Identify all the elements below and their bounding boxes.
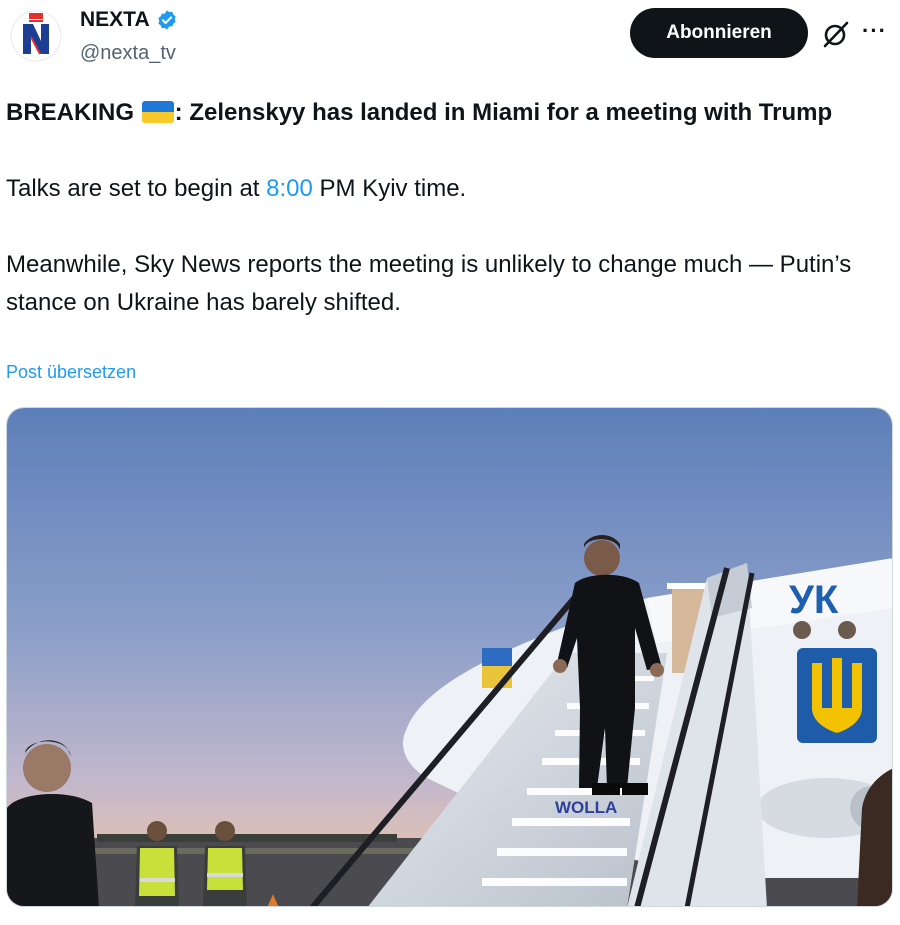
nexta-logo-icon [10, 10, 62, 62]
plane-text: УК [789, 578, 839, 622]
more-options-icon[interactable]: ··· [862, 18, 894, 48]
stairs-text: WOLLA [555, 798, 617, 817]
time-link[interactable]: 8:00 [266, 175, 313, 202]
post-headline: BREAKING : Zelenskyy has landed in Miami… [6, 94, 886, 132]
paragraph-text: PM Kyiv time. [312, 175, 467, 202]
translate-post-link[interactable]: Post übersetzen [6, 362, 136, 383]
ukraine-flag-icon [141, 101, 174, 123]
post-header: NEXTA @nexta_tv Abonnieren ··· [0, 0, 900, 80]
post-paragraph-2: Meanwhile, Sky News reports the meeting … [6, 251, 852, 316]
post-paragraph-1: Talks are set to begin at 8:00 PM Kyiv t… [6, 170, 886, 208]
verified-badge-icon [156, 9, 178, 31]
avatar[interactable] [10, 10, 62, 62]
display-name[interactable]: NEXTA [80, 8, 150, 32]
airport-photo: УК WOLLA [7, 408, 892, 906]
follow-button[interactable]: Abonnieren [630, 8, 808, 58]
paragraph-text: Talks are set to begin at [6, 175, 267, 202]
grok-icon[interactable] [822, 20, 850, 48]
headline-prefix: BREAKING [6, 99, 141, 126]
headline-text: : Zelenskyy has landed in Miami for a me… [174, 99, 833, 126]
account-handle[interactable]: @nexta_tv [80, 42, 176, 65]
post-image[interactable]: УК WOLLA [6, 407, 893, 907]
post-text: BREAKING : Zelenskyy has landed in Miami… [6, 94, 886, 322]
